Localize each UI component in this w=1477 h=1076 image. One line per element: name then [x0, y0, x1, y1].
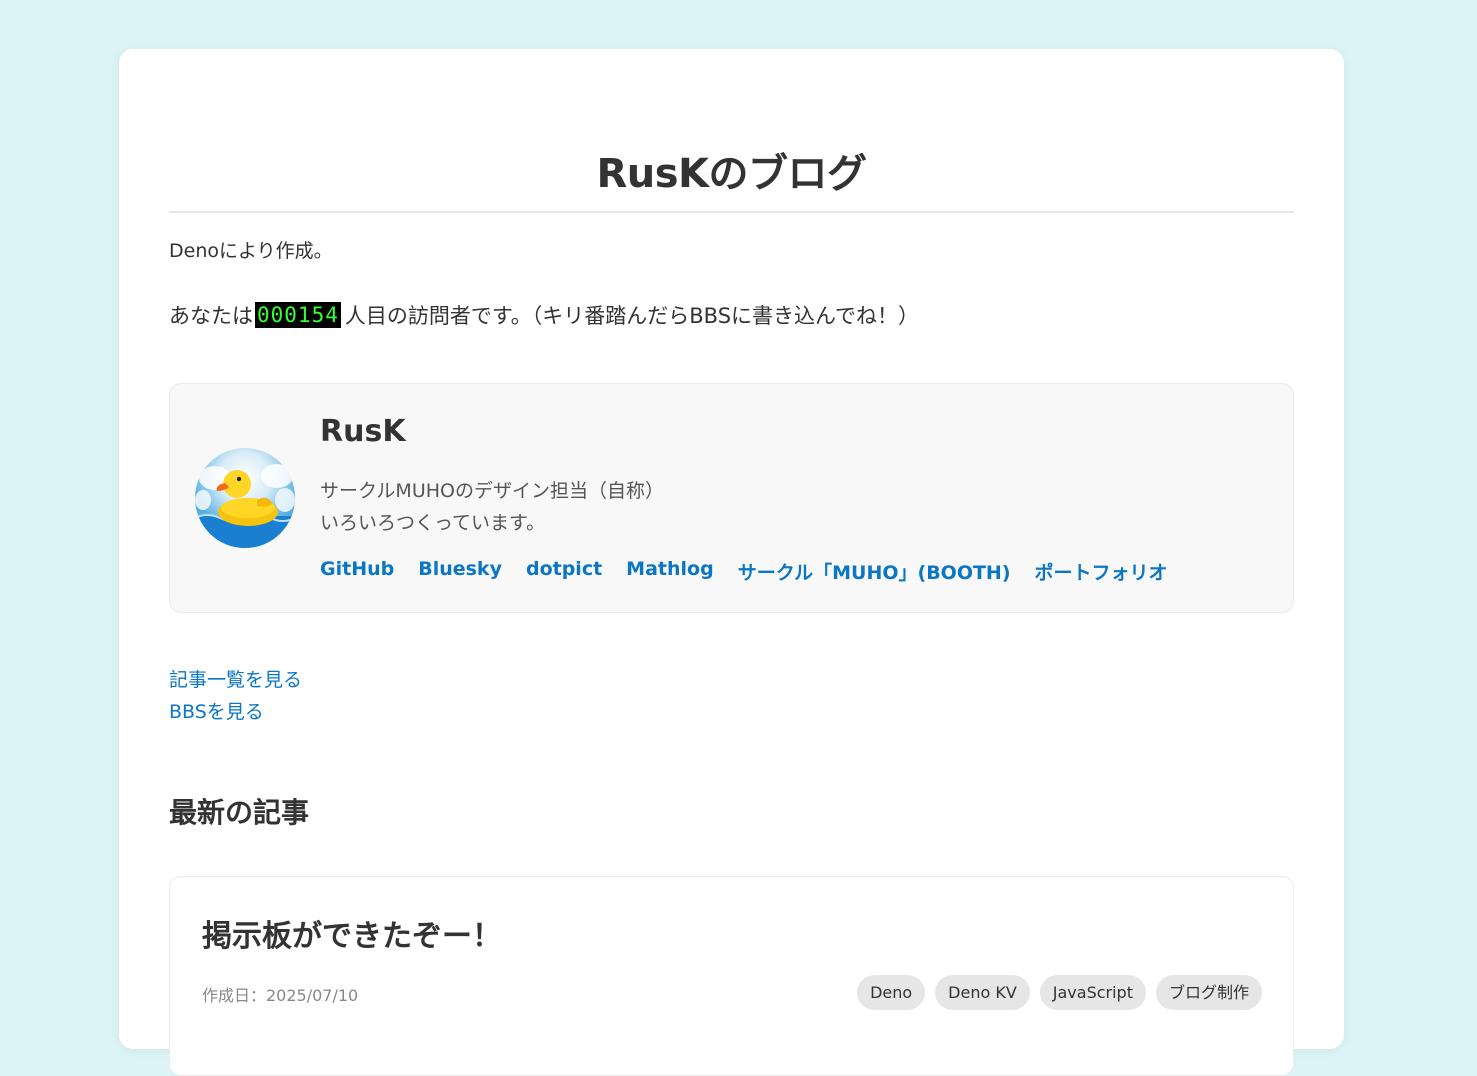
post-card[interactable]: 掲示板ができたぞー！ 作成日：2025/07/10 Deno Deno KV J…: [169, 876, 1294, 1076]
tag-badge[interactable]: JavaScript: [1039, 975, 1146, 1010]
profile-links: GitHub Bluesky dotpict Mathlog サークル「MUHO…: [320, 558, 1168, 585]
github-link[interactable]: GitHub: [320, 558, 394, 585]
profile-name: RusK: [320, 414, 406, 449]
visitor-prefix: あなたは: [169, 304, 253, 328]
visitor-count: 000154: [255, 302, 341, 328]
booth-link[interactable]: サークル「MUHO」(BOOTH): [738, 558, 1011, 585]
title-divider: [169, 211, 1294, 213]
main-card: RusKのブログ Denoにより作成。 あなたは 000154 人目の訪問者です。（…: [119, 49, 1344, 1076]
bbs-link[interactable]: BBSを見る: [169, 696, 1294, 728]
visitor-suffix: 人目の訪問者です。（キリ番踏んだらBBSに書き込んでね！）: [344, 304, 919, 328]
post-tags: Deno Deno KV JavaScript ブログ制作: [857, 975, 1262, 1010]
site-title: RusKのブログ: [596, 151, 867, 197]
mathlog-link[interactable]: Mathlog: [626, 558, 714, 585]
rubber-duck-icon: [195, 464, 295, 548]
post-date: 作成日：2025/07/10: [202, 986, 359, 1005]
profile-bio-line: いろいろつくっています。: [320, 512, 546, 534]
page-nav: 記事一覧を見る BBSを見る: [169, 664, 1294, 728]
tag-badge[interactable]: Deno KV: [935, 975, 1030, 1010]
profile-card: RusK サークルMUHOのデザイン担当（自称） いろいろつくっています。 Gi…: [169, 383, 1294, 613]
tag-badge[interactable]: Deno: [857, 975, 926, 1010]
dotpict-link[interactable]: dotpict: [526, 558, 602, 585]
latest-articles-heading: 最新の記事: [169, 796, 310, 829]
profile-bio-line: サークルMUHOのデザイン担当（自称）: [320, 480, 664, 502]
bluesky-link[interactable]: Bluesky: [418, 558, 502, 585]
article-list-link[interactable]: 記事一覧を見る: [169, 664, 1294, 696]
portfolio-link[interactable]: ポートフォリオ: [1035, 558, 1168, 585]
profile-bio: サークルMUHOのデザイン担当（自称） いろいろつくっています。: [320, 475, 664, 539]
tag-badge[interactable]: ブログ制作: [1155, 975, 1262, 1010]
site-description: Denoにより作成。: [169, 240, 333, 262]
visitor-counter-line: あなたは 000154 人目の訪問者です。（キリ番踏んだらBBSに書き込んでね！）: [169, 300, 1294, 330]
avatar: [195, 448, 295, 548]
post-title[interactable]: 掲示板ができたぞー！: [202, 911, 502, 955]
